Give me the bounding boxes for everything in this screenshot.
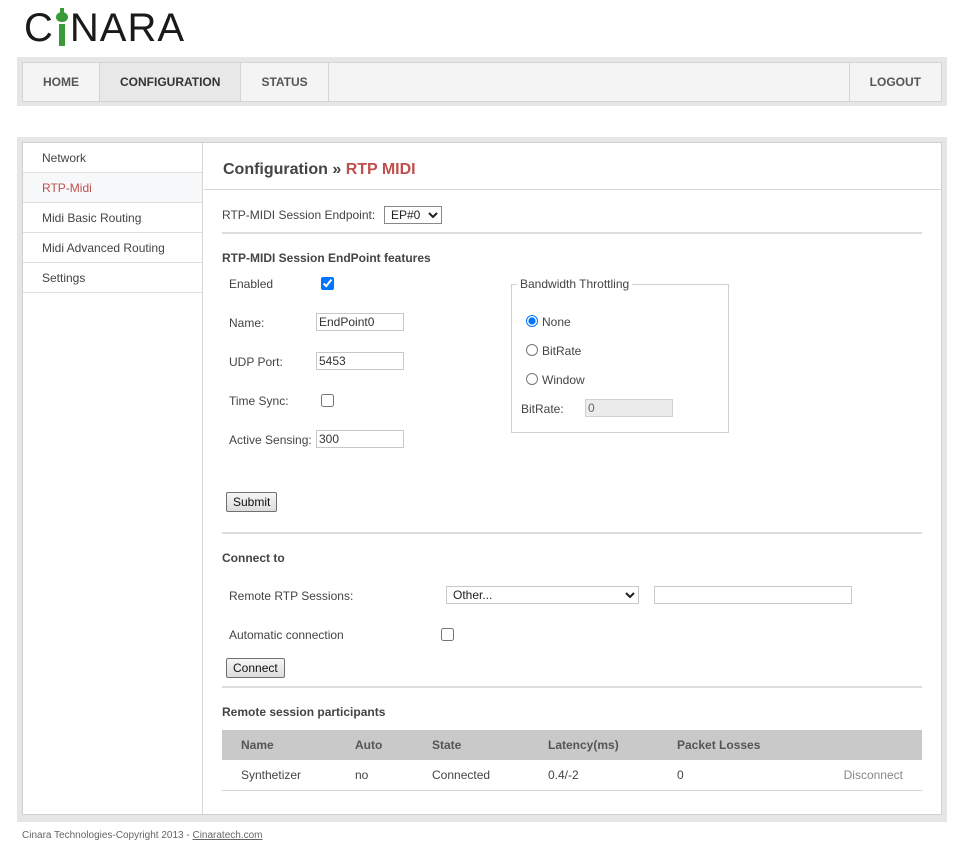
connect-heading: Connect to — [222, 551, 285, 565]
participants-table: Name Auto State Latency(ms) Packet Losse… — [222, 730, 922, 791]
cinara-logo: C NARA — [24, 8, 185, 48]
bandwidth-bitrate-radio[interactable] — [526, 344, 538, 356]
top-navigation-wrapper: HOME CONFIGURATION STATUS LOGOUT — [17, 57, 947, 106]
main-frame-wrapper: Network RTP-Midi Midi Basic Routing Midi… — [17, 137, 947, 822]
footer-copyright: Cinara Technologies-Copyright 2013 - — [22, 830, 193, 841]
features-heading: RTP-MIDI Session EndPoint features — [222, 251, 431, 265]
time-sync-checkbox[interactable] — [321, 394, 334, 407]
col-latency: Latency(ms) — [529, 730, 658, 760]
name-input[interactable] — [316, 313, 404, 331]
bitrate-label: BitRate: — [521, 402, 564, 416]
participants-heading: Remote session participants — [222, 705, 386, 719]
disconnect-link[interactable]: Disconnect — [808, 760, 922, 791]
submit-button[interactable]: Submit — [226, 492, 278, 512]
active-sensing-label: Active Sensing: — [229, 433, 312, 447]
col-state: State — [413, 730, 529, 760]
udp-port-input[interactable] — [316, 352, 404, 370]
auto-connection-checkbox[interactable] — [441, 628, 454, 641]
title-divider — [204, 189, 942, 190]
col-auto: Auto — [336, 730, 413, 760]
breadcrumb-separator: » — [332, 161, 342, 178]
footer-link[interactable]: Cinaratech.com — [192, 830, 262, 841]
nav-status[interactable]: STATUS — [241, 63, 329, 101]
participant-name: Synthetizer — [222, 760, 336, 791]
enabled-checkbox[interactable] — [321, 277, 334, 290]
nav-home[interactable]: HOME — [23, 63, 100, 101]
remote-session-address-input[interactable] — [654, 586, 852, 604]
connect-button[interactable]: Connect — [226, 658, 285, 678]
col-name: Name — [222, 730, 336, 760]
bandwidth-none-radio[interactable] — [526, 315, 538, 327]
participants-header-row: Name Auto State Latency(ms) Packet Losse… — [222, 730, 922, 760]
endpoint-select[interactable]: EP#0 — [384, 206, 442, 224]
logo-letter-c: C — [24, 6, 54, 50]
name-label: Name: — [229, 316, 265, 330]
col-packet-losses: Packet Losses — [658, 730, 808, 760]
bandwidth-bitrate-label: BitRate — [542, 344, 582, 358]
nav-logout[interactable]: LOGOUT — [848, 63, 941, 101]
bandwidth-window-radio[interactable] — [526, 373, 538, 385]
bitrate-input — [585, 399, 673, 417]
endpoint-divider — [222, 232, 922, 234]
participant-latency: 0.4/-2 — [529, 760, 658, 791]
nav-configuration[interactable]: CONFIGURATION — [100, 63, 242, 101]
sidebar-item-midi-advanced-routing[interactable]: Midi Advanced Routing — [23, 233, 202, 263]
enabled-label: Enabled — [229, 277, 274, 291]
participant-state: Connected — [413, 760, 529, 791]
footer: Cinara Technologies-Copyright 2013 - Cin… — [22, 830, 263, 841]
page-title-crumb: RTP MIDI — [345, 161, 416, 178]
sidebar-item-network[interactable]: Network — [23, 143, 202, 173]
page-title: Configuration » RTP MIDI — [223, 161, 416, 179]
endpoint-label: RTP-MIDI Session Endpoint: — [222, 208, 376, 222]
connect-divider — [222, 686, 922, 688]
top-navigation: HOME CONFIGURATION STATUS LOGOUT — [22, 62, 942, 102]
auto-connection-label: Automatic connection — [229, 628, 344, 642]
main-frame: Network RTP-Midi Midi Basic Routing Midi… — [22, 142, 942, 815]
sidebar-item-midi-basic-routing[interactable]: Midi Basic Routing — [23, 203, 202, 233]
udp-port-label: UDP Port: — [229, 355, 283, 369]
page-title-main: Configuration — [223, 161, 328, 178]
active-sensing-input[interactable] — [316, 430, 404, 448]
features-divider — [222, 532, 922, 534]
remote-sessions-label: Remote RTP Sessions: — [229, 589, 354, 603]
participant-packet-losses: 0 — [658, 760, 808, 791]
time-sync-label: Time Sync: — [229, 394, 289, 408]
table-row: Synthetizer no Connected 0.4/-2 0 Discon… — [222, 760, 922, 791]
sidebar-item-rtp-midi[interactable]: RTP-Midi — [23, 173, 202, 203]
sidebar-item-settings[interactable]: Settings — [23, 263, 202, 293]
bandwidth-window-label: Window — [542, 373, 585, 387]
bandwidth-none-label: None — [542, 315, 571, 329]
col-action — [808, 730, 922, 760]
remote-sessions-select[interactable]: Other... — [446, 586, 639, 604]
logo-letters-nara: NARA — [69, 6, 186, 50]
content-area: Configuration » RTP MIDI RTP-MIDI Sessio… — [204, 143, 942, 814]
participant-auto: no — [336, 760, 413, 791]
sidebar: Network RTP-Midi Midi Basic Routing Midi… — [23, 143, 203, 814]
bandwidth-legend: Bandwidth Throttling — [520, 277, 630, 291]
